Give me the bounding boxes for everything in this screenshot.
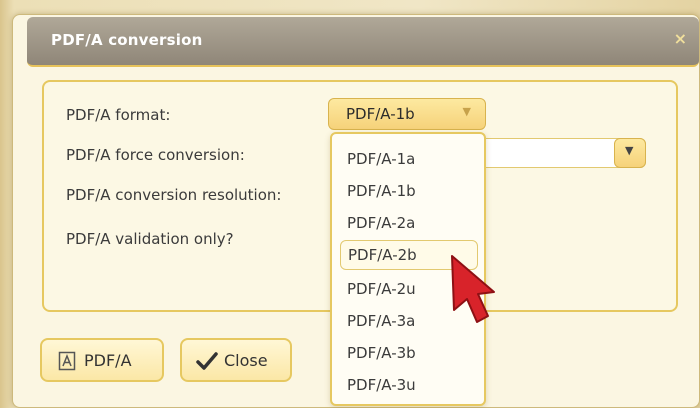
force-conversion-dropdown-button[interactable]: ▼ xyxy=(614,138,646,168)
option-pdfa-1b[interactable]: PDF/A-1b xyxy=(340,176,478,206)
close-button-label: Close xyxy=(224,351,268,370)
option-pdfa-3b[interactable]: PDF/A-3b xyxy=(340,338,478,368)
label-conversion-resolution: PDF/A conversion resolution: xyxy=(66,186,282,204)
option-pdfa-2a[interactable]: PDF/A-2a xyxy=(340,208,478,238)
pdfa-button-label: PDF/A xyxy=(84,351,132,370)
force-conversion-select[interactable]: ▼ xyxy=(480,138,646,168)
label-force-conversion: PDF/A force conversion: xyxy=(66,146,245,164)
label-pdfa-format: PDF/A format: xyxy=(66,106,171,124)
close-icon[interactable]: × xyxy=(674,29,687,48)
mouse-pointer-icon xyxy=(448,254,500,332)
label-validation-only: PDF/A validation only? xyxy=(66,230,234,248)
dialog-title: PDF/A conversion xyxy=(51,31,203,49)
option-pdfa-3u[interactable]: PDF/A-3u xyxy=(340,370,478,400)
option-pdfa-1a[interactable]: PDF/A-1a xyxy=(340,144,478,174)
chevron-down-icon: ▼ xyxy=(625,144,634,157)
chevron-down-icon: ▼ xyxy=(462,105,471,118)
checkmark-icon xyxy=(196,351,218,375)
pdfa-button[interactable]: PDF/A xyxy=(40,338,164,382)
dialog-titlebar[interactable]: PDF/A conversion × xyxy=(27,17,699,67)
pdfa-format-selected-value: PDF/A-1b xyxy=(346,105,415,123)
close-button[interactable]: Close xyxy=(180,338,292,382)
pdfa-format-select[interactable]: PDF/A-1b ▼ xyxy=(328,98,486,130)
pdf-document-icon xyxy=(58,351,76,375)
